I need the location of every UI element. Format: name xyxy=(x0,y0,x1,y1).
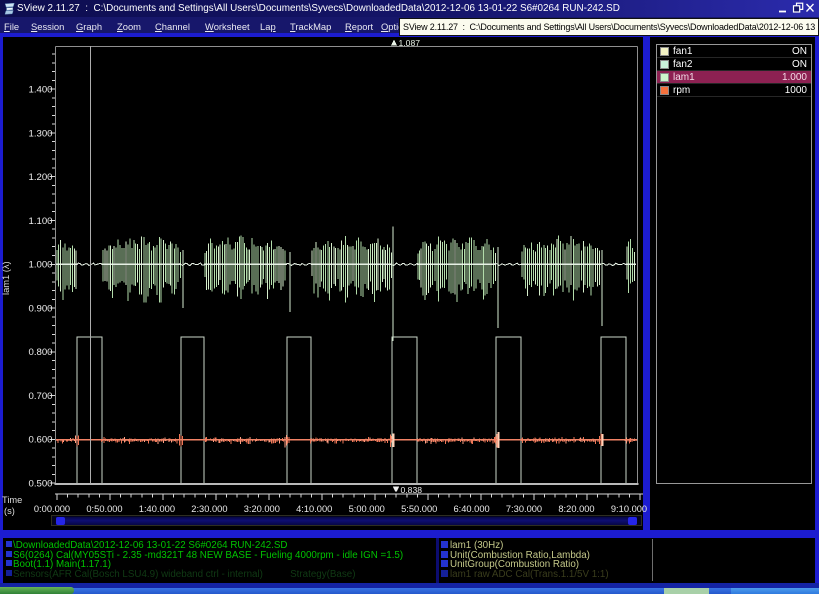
svg-text:1.300: 1.300 xyxy=(28,128,52,139)
svg-text:1:40.000: 1:40.000 xyxy=(139,504,175,514)
svg-text:1.087: 1.087 xyxy=(399,38,421,48)
svg-text:1.200: 1.200 xyxy=(28,172,52,183)
svg-text:0:50.000: 0:50.000 xyxy=(86,504,122,514)
svg-text:0.800: 0.800 xyxy=(28,347,52,358)
svg-text:Time: Time xyxy=(2,495,22,505)
svg-text:0:00.000: 0:00.000 xyxy=(34,504,70,514)
svg-text:1.100: 1.100 xyxy=(28,216,52,227)
svg-text:0.900: 0.900 xyxy=(28,303,52,314)
svg-text:5:50.000: 5:50.000 xyxy=(401,504,437,514)
svg-text:6:40.000: 6:40.000 xyxy=(453,504,489,514)
svg-text:lam1 (λ): lam1 (λ) xyxy=(1,261,11,295)
svg-text:2:30.000: 2:30.000 xyxy=(191,504,227,514)
svg-text:7:30.000: 7:30.000 xyxy=(506,504,542,514)
svg-text:4:10.000: 4:10.000 xyxy=(296,504,332,514)
svg-text:0.600: 0.600 xyxy=(28,435,52,446)
svg-text:5:00.000: 5:00.000 xyxy=(349,504,385,514)
svg-text:1.400: 1.400 xyxy=(28,85,52,96)
svg-text:3:20.000: 3:20.000 xyxy=(244,504,280,514)
svg-text:0.700: 0.700 xyxy=(28,391,52,402)
svg-text:0.500: 0.500 xyxy=(28,479,52,490)
svg-text:8:20.000: 8:20.000 xyxy=(558,504,594,514)
svg-text:1.000: 1.000 xyxy=(28,260,52,271)
svg-text:9:10.000: 9:10.000 xyxy=(611,504,647,514)
svg-text:(s): (s) xyxy=(4,506,15,516)
svg-text:0.838: 0.838 xyxy=(401,485,423,495)
